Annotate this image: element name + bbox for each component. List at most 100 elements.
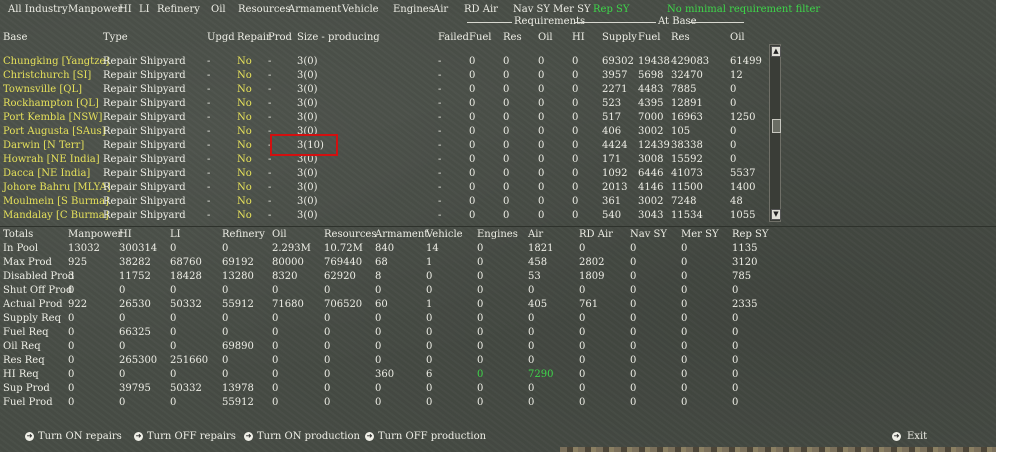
- table-cell: 0: [730, 126, 737, 137]
- repair-toggle[interactable]: No: [237, 196, 252, 208]
- tab-hi[interactable]: HI: [119, 4, 132, 16]
- table-cell: 7290: [528, 369, 554, 380]
- base-name[interactable]: Darwin [N Terr]: [3, 140, 84, 152]
- repair-toggle[interactable]: No: [237, 154, 252, 166]
- table-cell: -: [438, 154, 442, 165]
- table-cell: 0: [477, 285, 484, 296]
- tab-rd-air[interactable]: RD Air: [464, 4, 498, 16]
- base-name[interactable]: Chungking [Yangtze]: [3, 56, 109, 68]
- tab-air[interactable]: Air: [433, 4, 448, 16]
- table-cell: -: [438, 98, 442, 109]
- tab-rep-sy[interactable]: Rep SY: [593, 4, 629, 16]
- table-cell: 0: [572, 56, 579, 67]
- table-cell: -: [207, 112, 211, 123]
- table-cell: 0: [630, 341, 637, 352]
- table-cell: 0: [681, 355, 688, 366]
- base-name[interactable]: Moulmein [S Burma]: [3, 196, 109, 208]
- table-cell: -: [268, 56, 272, 67]
- tab-engines[interactable]: Engines: [393, 4, 434, 16]
- tab-refinery[interactable]: Refinery: [157, 4, 200, 16]
- filter-toggle[interactable]: No minimal requirement filter: [667, 4, 820, 16]
- table-cell: 3008: [638, 154, 664, 165]
- table-cell: -: [438, 140, 442, 151]
- base-name[interactable]: Dacca [NE India]: [3, 168, 90, 180]
- arrow-right-circle-icon: ➜: [134, 432, 143, 441]
- table-cell: 0: [503, 112, 510, 123]
- base-name[interactable]: Rockhampton [QL]: [3, 98, 99, 110]
- repair-toggle[interactable]: No: [237, 182, 252, 194]
- scroll-down-button[interactable]: ▼: [771, 209, 781, 220]
- repair-toggle[interactable]: No: [237, 56, 252, 68]
- tab-manpower[interactable]: Manpower: [68, 4, 122, 16]
- table-cell: 0: [426, 397, 433, 408]
- base-name[interactable]: Christchurch [SI]: [3, 70, 91, 82]
- table-cell: 1092: [602, 168, 628, 179]
- base-name[interactable]: Howrah [NE India]: [3, 154, 100, 166]
- table-cell: 60: [375, 299, 388, 310]
- repair-toggle[interactable]: No: [237, 112, 252, 124]
- table-cell: 458: [528, 257, 548, 268]
- table-cell: 11752: [119, 271, 151, 282]
- table-cell: -: [438, 168, 442, 179]
- column-header: Res: [671, 32, 690, 43]
- tab-resources[interactable]: Resources: [238, 4, 290, 16]
- table-cell: 0: [375, 341, 382, 352]
- base-name[interactable]: Townsville [QL]: [3, 84, 82, 96]
- table-cell: 4424: [602, 140, 628, 151]
- repair-toggle[interactable]: No: [237, 140, 252, 152]
- scrollbar-thumb[interactable]: [772, 119, 781, 133]
- table-cell: 0: [477, 369, 484, 380]
- repair-toggle[interactable]: No: [237, 98, 252, 110]
- table-cell: 3(0): [297, 182, 318, 193]
- table-cell: -: [268, 84, 272, 95]
- scroll-up-button[interactable]: ▲: [771, 46, 781, 57]
- column-header: Oil: [272, 229, 287, 240]
- repair-toggle[interactable]: No: [237, 210, 252, 222]
- repair-toggle[interactable]: No: [237, 126, 252, 138]
- tab-mer-sy[interactable]: Mer SY: [553, 4, 591, 16]
- table-cell: 0: [503, 154, 510, 165]
- repair-toggle[interactable]: No: [237, 70, 252, 82]
- base-name[interactable]: Port Augusta [SAus]: [3, 126, 106, 138]
- table-cell: 0: [272, 355, 279, 366]
- table-cell: 0: [68, 383, 75, 394]
- table-cell: 3(0): [297, 98, 318, 109]
- repair-toggle[interactable]: No: [237, 168, 252, 180]
- table-cell: 0: [572, 168, 579, 179]
- table-cell: 3002: [638, 196, 664, 207]
- table-cell: 0: [324, 383, 331, 394]
- table-cell: -: [438, 210, 442, 221]
- table-cell: -: [268, 196, 272, 207]
- table-cell: 0: [272, 285, 279, 296]
- at-base-rule: [690, 22, 744, 23]
- table-cell: 0: [272, 369, 279, 380]
- tab-oil[interactable]: Oil: [211, 4, 226, 16]
- table-cell: 5537: [730, 168, 756, 179]
- table-cell: 69192: [222, 257, 254, 268]
- table-cell: 0: [503, 126, 510, 137]
- table-cell: 4146: [638, 182, 664, 193]
- table-cell: 0: [730, 98, 737, 109]
- base-name[interactable]: Port Kembla [NSW]: [3, 112, 102, 124]
- base-list-scrollbar[interactable]: ▲ ▼: [769, 44, 781, 222]
- table-cell: 0: [119, 341, 126, 352]
- table-cell: 10.72M: [324, 243, 363, 254]
- tab-nav-sy[interactable]: Nav SY: [513, 4, 550, 16]
- base-name[interactable]: Mandalay [C Burma]: [3, 210, 109, 222]
- table-cell: 61499: [730, 56, 762, 67]
- column-header: Vehicle: [426, 229, 463, 240]
- table-cell: -: [268, 168, 272, 179]
- tab-armament[interactable]: Armament: [288, 4, 341, 16]
- repair-toggle[interactable]: No: [237, 84, 252, 96]
- column-header: Repair: [237, 32, 271, 43]
- tab-li[interactable]: LI: [139, 4, 150, 16]
- row-label: Shut Off Prod: [3, 285, 73, 296]
- table-cell: 13032: [68, 243, 100, 254]
- tab-all-industry[interactable]: All Industry: [8, 4, 68, 16]
- table-cell: 0: [68, 397, 75, 408]
- table-cell: 18428: [170, 271, 202, 282]
- table-cell: 0: [68, 327, 75, 338]
- base-name[interactable]: Johore Bahru [MLYA]: [3, 182, 111, 194]
- table-cell: 11534: [671, 210, 703, 221]
- tab-vehicle[interactable]: Vehicle: [342, 4, 379, 16]
